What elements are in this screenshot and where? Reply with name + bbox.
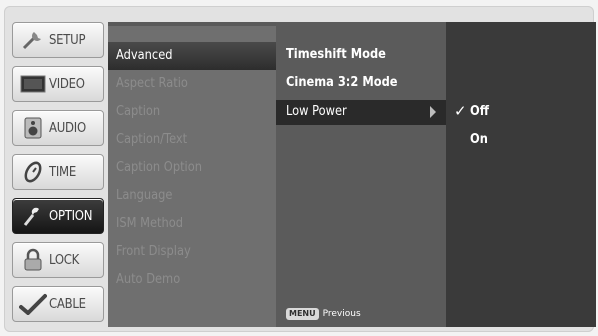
low-power-options: ✓ Off On bbox=[446, 22, 596, 327]
tab-label: LOCK bbox=[49, 252, 80, 268]
menu-item-front-display[interactable]: Front Display bbox=[116, 241, 191, 263]
checkmark-icon: ✓ bbox=[454, 102, 467, 120]
cable-icon bbox=[19, 291, 47, 317]
tab-audio[interactable]: AUDIO bbox=[12, 110, 104, 146]
option-icon bbox=[19, 203, 47, 229]
tab-cable[interactable]: CABLE bbox=[12, 286, 104, 322]
option-on[interactable]: On bbox=[470, 129, 488, 151]
previous-label: Previous bbox=[322, 309, 361, 319]
tab-label: TIME bbox=[49, 164, 77, 180]
submenu-item-timeshift-mode[interactable]: Timeshift Mode bbox=[286, 44, 386, 66]
tab-lock[interactable]: LOCK bbox=[12, 242, 104, 278]
submenu-item-low-power[interactable]: Low Power bbox=[286, 101, 347, 123]
tab-label: VIDEO bbox=[49, 76, 85, 92]
chevron-right-icon bbox=[430, 106, 436, 118]
time-icon bbox=[19, 159, 47, 185]
menu-item-language[interactable]: Language bbox=[116, 185, 172, 207]
menu-item-caption-option[interactable]: Caption Option bbox=[116, 157, 202, 179]
menu-panel: Advanced Aspect Ratio Caption Caption/Te… bbox=[108, 22, 596, 327]
menu-button-badge: MENU bbox=[286, 308, 319, 320]
lock-icon bbox=[19, 247, 47, 273]
tab-label: AUDIO bbox=[49, 120, 86, 136]
menu-item-advanced[interactable]: Advanced bbox=[116, 45, 173, 67]
menu-item-ism-method[interactable]: ISM Method bbox=[116, 213, 183, 235]
menu-item-aspect-ratio[interactable]: Aspect Ratio bbox=[116, 73, 188, 95]
menu-item-caption[interactable]: Caption bbox=[116, 101, 160, 123]
tab-label: OPTION bbox=[49, 208, 93, 224]
submenu-item-cinema-mode[interactable]: Cinema 3:2 Mode bbox=[286, 72, 398, 94]
tab-label: CABLE bbox=[49, 296, 86, 312]
tab-setup[interactable]: SETUP bbox=[12, 22, 104, 58]
tab-label: SETUP bbox=[49, 32, 86, 48]
menu-item-caption-text[interactable]: Caption/Text bbox=[116, 129, 187, 151]
column-header-bar bbox=[108, 22, 276, 26]
video-icon bbox=[19, 71, 47, 97]
tab-option[interactable]: OPTION bbox=[12, 198, 104, 234]
setup-icon bbox=[19, 27, 47, 53]
tab-video[interactable]: VIDEO bbox=[12, 66, 104, 102]
option-menu-list: Advanced Aspect Ratio Caption Caption/Te… bbox=[108, 22, 276, 327]
menu-item-auto-demo[interactable]: Auto Demo bbox=[116, 269, 180, 291]
advanced-submenu: Timeshift Mode Cinema 3:2 Mode Low Power… bbox=[276, 22, 446, 327]
audio-icon bbox=[19, 115, 47, 141]
option-off[interactable]: Off bbox=[470, 101, 489, 123]
footer-previous[interactable]: MENU Previous bbox=[286, 306, 361, 322]
tab-time[interactable]: TIME bbox=[12, 154, 104, 190]
category-tabs: SETUP VIDEO AUDIO TIME OPTION LOCK CABLE bbox=[12, 22, 104, 330]
